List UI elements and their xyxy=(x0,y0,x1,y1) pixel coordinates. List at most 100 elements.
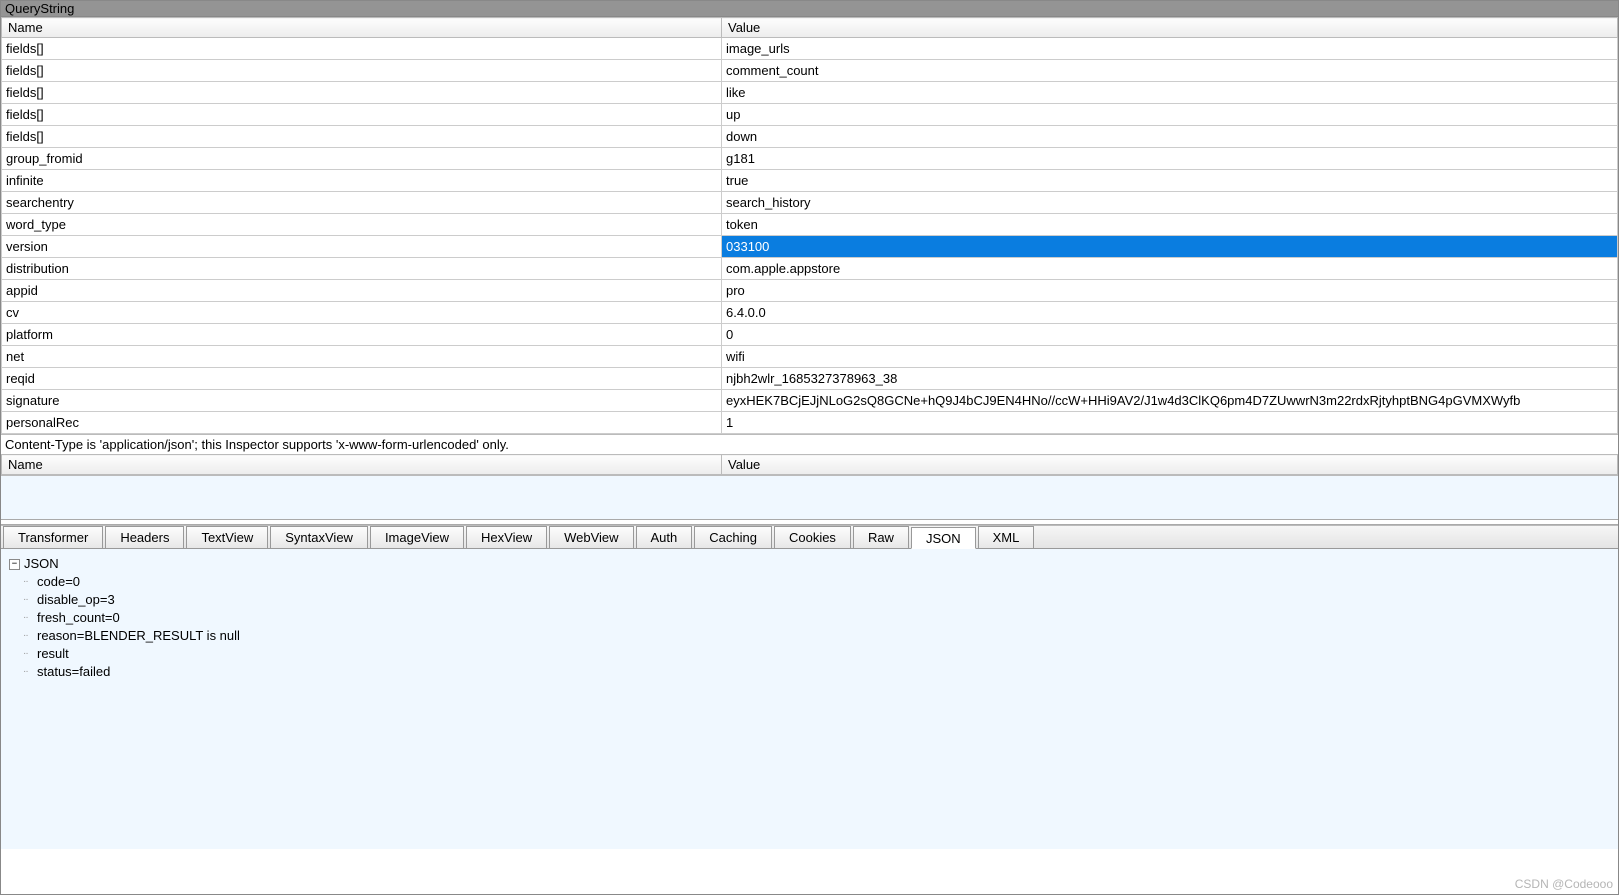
tab-transformer[interactable]: Transformer xyxy=(3,526,103,548)
cell-name[interactable]: reqid xyxy=(2,368,722,390)
collapse-icon[interactable]: − xyxy=(9,559,20,570)
json-node-label: status=failed xyxy=(37,663,110,681)
querystring-header-row: Name Value xyxy=(2,18,1618,38)
cell-value[interactable]: njbh2wlr_1685327378963_38 xyxy=(722,368,1618,390)
tree-connector-icon: ·· xyxy=(23,627,37,645)
cell-name[interactable]: fields[] xyxy=(2,104,722,126)
table-row[interactable]: word_typetoken xyxy=(2,214,1618,236)
cell-value[interactable]: like xyxy=(722,82,1618,104)
cell-value[interactable]: down xyxy=(722,126,1618,148)
table-row[interactable]: group_fromidg181 xyxy=(2,148,1618,170)
table-row[interactable]: fields[]comment_count xyxy=(2,60,1618,82)
table-row[interactable]: fields[]up xyxy=(2,104,1618,126)
cell-value[interactable]: 0 xyxy=(722,324,1618,346)
body-info-text: Content-Type is 'application/json'; this… xyxy=(1,434,1618,454)
col-header-name[interactable]: Name xyxy=(2,18,722,38)
cell-name[interactable]: version xyxy=(2,236,722,258)
table-row[interactable]: netwifi xyxy=(2,346,1618,368)
table-row[interactable]: platform0 xyxy=(2,324,1618,346)
cell-name[interactable]: distribution xyxy=(2,258,722,280)
cell-value[interactable]: pro xyxy=(722,280,1618,302)
table-row[interactable]: personalRec1 xyxy=(2,412,1618,434)
cell-name[interactable]: signature xyxy=(2,390,722,412)
tab-xml[interactable]: XML xyxy=(978,526,1035,548)
body-col-header-name[interactable]: Name xyxy=(2,455,722,475)
json-root-node[interactable]: − JSON xyxy=(9,555,1610,573)
json-node[interactable]: ··code=0 xyxy=(23,573,1610,591)
cell-value[interactable]: wifi xyxy=(722,346,1618,368)
json-node[interactable]: ··fresh_count=0 xyxy=(23,609,1610,627)
cell-value[interactable]: 6.4.0.0 xyxy=(722,302,1618,324)
table-row[interactable]: reqidnjbh2wlr_1685327378963_38 xyxy=(2,368,1618,390)
tree-connector-icon: ·· xyxy=(23,591,37,609)
cell-name[interactable]: platform xyxy=(2,324,722,346)
cell-name[interactable]: appid xyxy=(2,280,722,302)
tree-connector-icon: ·· xyxy=(23,663,37,681)
table-row[interactable]: searchentrysearch_history xyxy=(2,192,1618,214)
cell-name[interactable]: group_fromid xyxy=(2,148,722,170)
table-row[interactable]: fields[]like xyxy=(2,82,1618,104)
table-row[interactable]: signatureeyxHEK7BCjEJjNLoG2sQ8GCNe+hQ9J4… xyxy=(2,390,1618,412)
cell-value[interactable]: search_history xyxy=(722,192,1618,214)
cell-name[interactable]: net xyxy=(2,346,722,368)
json-node-label: code=0 xyxy=(37,573,80,591)
cell-value[interactable]: g181 xyxy=(722,148,1618,170)
querystring-table: Name Value fields[]image_urlsfields[]com… xyxy=(1,17,1618,434)
cell-value[interactable]: 033100 xyxy=(722,236,1618,258)
cell-name[interactable]: fields[] xyxy=(2,60,722,82)
table-row[interactable]: cv6.4.0.0 xyxy=(2,302,1618,324)
tab-imageview[interactable]: ImageView xyxy=(370,526,464,548)
tree-connector-icon: ·· xyxy=(23,609,37,627)
cell-name[interactable]: cv xyxy=(2,302,722,324)
tree-connector-icon: ·· xyxy=(23,645,37,663)
json-node-label: disable_op=3 xyxy=(37,591,115,609)
tree-connector-icon: ·· xyxy=(23,573,37,591)
tab-json[interactable]: JSON xyxy=(911,527,976,549)
tab-webview[interactable]: WebView xyxy=(549,526,633,548)
tab-hexview[interactable]: HexView xyxy=(466,526,547,548)
json-node[interactable]: ··disable_op=3 xyxy=(23,591,1610,609)
col-header-value[interactable]: Value xyxy=(722,18,1618,38)
cell-name[interactable]: word_type xyxy=(2,214,722,236)
cell-value[interactable]: up xyxy=(722,104,1618,126)
cell-value[interactable]: true xyxy=(722,170,1618,192)
tab-textview[interactable]: TextView xyxy=(186,526,268,548)
table-row[interactable]: fields[]down xyxy=(2,126,1618,148)
response-tabs: TransformerHeadersTextViewSyntaxViewImag… xyxy=(1,525,1618,549)
json-node[interactable]: ··status=failed xyxy=(23,663,1610,681)
json-node[interactable]: ··reason=BLENDER_RESULT is null xyxy=(23,627,1610,645)
tab-cookies[interactable]: Cookies xyxy=(774,526,851,548)
cell-name[interactable]: infinite xyxy=(2,170,722,192)
tab-auth[interactable]: Auth xyxy=(636,526,693,548)
table-row[interactable]: infinitetrue xyxy=(2,170,1618,192)
tab-raw[interactable]: Raw xyxy=(853,526,909,548)
querystring-section-title: QueryString xyxy=(1,1,1618,17)
table-row[interactable]: fields[]image_urls xyxy=(2,38,1618,60)
cell-name[interactable]: searchentry xyxy=(2,192,722,214)
json-root-label: JSON xyxy=(24,555,59,573)
body-header-row: Name Value xyxy=(2,455,1618,475)
json-node-label: reason=BLENDER_RESULT is null xyxy=(37,627,240,645)
table-row[interactable]: appidpro xyxy=(2,280,1618,302)
cell-name[interactable]: fields[] xyxy=(2,82,722,104)
tab-headers[interactable]: Headers xyxy=(105,526,184,548)
cell-name[interactable]: fields[] xyxy=(2,126,722,148)
json-node-label: result xyxy=(37,645,69,663)
json-tree-panel: − JSON ··code=0··disable_op=3··fresh_cou… xyxy=(1,549,1618,849)
cell-value[interactable]: comment_count xyxy=(722,60,1618,82)
cell-value[interactable]: token xyxy=(722,214,1618,236)
cell-value[interactable]: com.apple.appstore xyxy=(722,258,1618,280)
cell-value[interactable]: eyxHEK7BCjEJjNLoG2sQ8GCNe+hQ9J4bCJ9EN4HN… xyxy=(722,390,1618,412)
watermark: CSDN @Codeooo xyxy=(1515,877,1613,891)
table-row[interactable]: version033100 xyxy=(2,236,1618,258)
cell-value[interactable]: image_urls xyxy=(722,38,1618,60)
cell-value[interactable]: 1 xyxy=(722,412,1618,434)
tab-syntaxview[interactable]: SyntaxView xyxy=(270,526,368,548)
body-col-header-value[interactable]: Value xyxy=(722,455,1618,475)
json-node[interactable]: ··result xyxy=(23,645,1610,663)
json-node-label: fresh_count=0 xyxy=(37,609,120,627)
cell-name[interactable]: personalRec xyxy=(2,412,722,434)
cell-name[interactable]: fields[] xyxy=(2,38,722,60)
tab-caching[interactable]: Caching xyxy=(694,526,772,548)
table-row[interactable]: distributioncom.apple.appstore xyxy=(2,258,1618,280)
